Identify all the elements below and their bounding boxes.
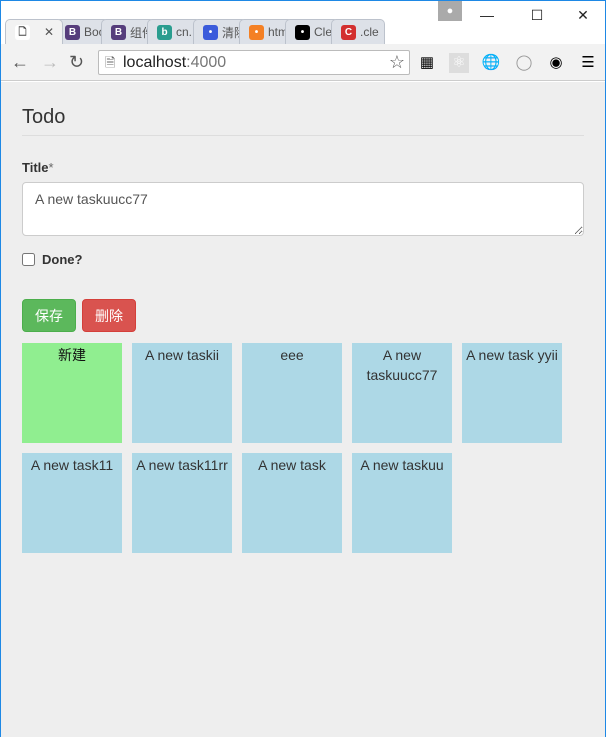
qr-code-icon[interactable]: ▦ <box>417 53 437 73</box>
address-port: :4000 <box>186 54 227 71</box>
page-icon-icon: 🗋 <box>15 24 30 40</box>
json-viewer-icon[interactable]: ◯ <box>514 53 534 73</box>
close-tab-icon[interactable]: ✕ <box>44 25 54 39</box>
window-titlebar: ● — ☐ ✕ 🗋 ✕ B Boo B 组件 b cn. • 清除 • htm • Cle C .cle <box>1 1 605 44</box>
todo-grid: 新建 A new taskii eee A new taskuucc77 A new t… <box>22 343 582 553</box>
done-checkbox-row[interactable]: Done? <box>22 252 584 267</box>
profile-icon[interactable]: ● <box>438 1 462 21</box>
webcam-icon[interactable]: ◉ <box>546 53 566 73</box>
done-label: Done? <box>42 252 83 267</box>
todo-card[interactable]: eee <box>242 343 342 443</box>
address-host: localhost <box>123 54 187 71</box>
page-content: Todo Title* Done? 保存 删除 新建A new taskiiee… <box>1 82 605 737</box>
save-button[interactable]: 保存 <box>22 299 76 332</box>
todo-card[interactable]: A new taskuu <box>352 453 452 553</box>
react-devtools-icon[interactable]: ⚛ <box>449 53 469 73</box>
tab-label: Cle <box>314 25 333 39</box>
star-icon[interactable]: ☆ <box>389 51 405 74</box>
tab-strip: 🗋 ✕ B Boo B 组件 b cn. • 清除 • htm • Cle C .cle <box>5 19 385 44</box>
b-icon: b <box>157 24 172 40</box>
B-icon: B <box>65 24 80 40</box>
todo-card[interactable]: A new task <box>242 453 342 553</box>
todo-card[interactable]: A new task11rr <box>132 453 232 553</box>
todo-card[interactable]: A new task yyii <box>462 343 562 443</box>
todo-card[interactable]: A new taskuucc77 <box>352 343 452 443</box>
todo-card[interactable]: A new task11 <box>22 453 122 553</box>
maximize-button[interactable]: ☐ <box>522 5 552 25</box>
close-window-button[interactable]: ✕ <box>568 5 598 25</box>
browser-toolbar: ← → ↻ 🗎 localhost:4000 ☆ ▦ ⚛ 🌐 ◯ ◉ ☰ <box>1 44 605 81</box>
title-input[interactable] <box>22 182 584 236</box>
menu-icon[interactable]: ☰ <box>578 53 598 73</box>
B-icon: B <box>111 24 126 40</box>
new-todo-card[interactable]: 新建 <box>22 343 122 443</box>
browser-tab[interactable]: 🗋 ✕ <box>5 19 63 44</box>
forward-icon[interactable]: → <box>41 52 59 73</box>
todo-card[interactable]: A new taskii <box>132 343 232 443</box>
bug-icon: • <box>295 24 310 40</box>
stack-icon: • <box>249 24 264 40</box>
tab-label: cn. <box>176 25 193 39</box>
address-bar[interactable]: 🗎 localhost:4000 ☆ <box>98 50 410 75</box>
done-checkbox[interactable] <box>22 253 35 266</box>
tab-label: .cle <box>360 25 379 39</box>
browser-tab[interactable]: C .cle <box>331 19 385 44</box>
C-icon: C <box>341 24 356 40</box>
delete-button[interactable]: 删除 <box>82 299 136 332</box>
title-label: Title* <box>22 160 584 175</box>
page-title: Todo <box>22 106 584 136</box>
back-icon[interactable]: ← <box>11 52 29 73</box>
minimize-button[interactable]: — <box>472 5 502 25</box>
page-icon: 🗎 <box>105 55 116 70</box>
globe-icon[interactable]: 🌐 <box>481 53 501 73</box>
title-label-text: Title <box>22 160 49 175</box>
paw-icon: • <box>203 24 218 40</box>
reload-icon[interactable]: ↻ <box>69 52 84 73</box>
required-mark: * <box>48 160 54 175</box>
